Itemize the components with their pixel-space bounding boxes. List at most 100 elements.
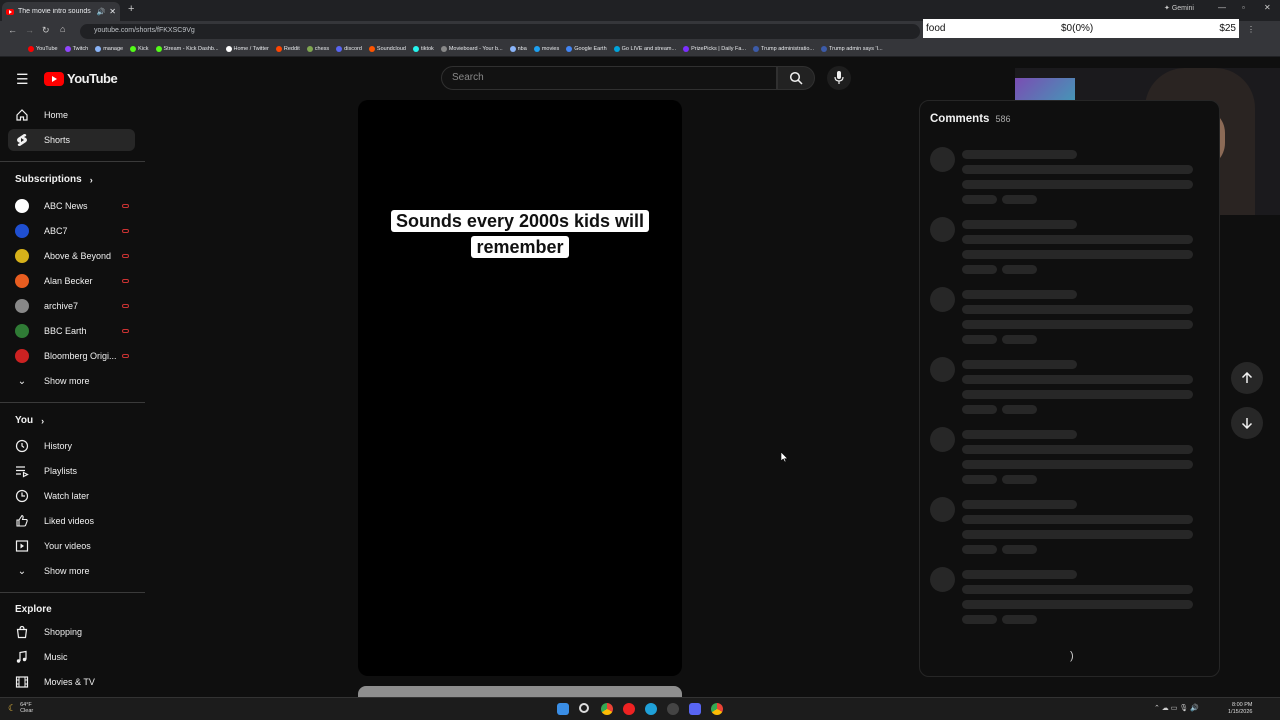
youtube-favicon-icon (6, 8, 14, 15)
sidebar-item-sidebar-you_items-2-label[interactable]: Watch later (8, 485, 135, 507)
taskbar-clock[interactable]: 8:00 PM 1/15/2026 (1228, 702, 1252, 716)
bookmark-item[interactable]: movies (533, 46, 559, 52)
movies-icon (15, 675, 29, 689)
goal-label: food (926, 23, 946, 34)
comment-skeleton-avatar (930, 357, 955, 382)
search-icon (789, 71, 803, 85)
search-button[interactable] (777, 66, 815, 90)
system-tray[interactable]: ⌃ ☁ ▭ 🎙 🔊 (1154, 704, 1199, 712)
channel-avatar-icon (15, 349, 29, 363)
sidebar-item-sidebar-channels-0-label[interactable]: ABC News (8, 195, 135, 217)
sidebar-item-sidebar-channels-1-label[interactable]: ABC7 (8, 220, 135, 242)
bookmark-favicon-icon (412, 46, 419, 52)
search-input[interactable]: Search (441, 66, 777, 90)
minimize-icon[interactable]: — (1218, 3, 1226, 12)
youtube-logo[interactable]: YouTube (44, 71, 118, 86)
start-button-icon[interactable] (557, 703, 569, 715)
bookmark-item[interactable]: Trump administratio... (753, 46, 814, 52)
sidebar-item-sidebar-you_items-4-label[interactable]: Your videos (8, 535, 135, 557)
weather-widget[interactable]: ☾ 64°F Clear (8, 702, 33, 714)
bookmark-favicon-icon (64, 46, 71, 52)
sidebar-item-sidebar-you_items-3-label[interactable]: Liked videos (8, 510, 135, 532)
live-indicator-icon (122, 304, 129, 308)
sidebar-item-sidebar-show_more_2[interactable]: ⌄ Show more (8, 560, 135, 582)
sidebar-item-sidebar-explore_items-0-label[interactable]: Shopping (8, 621, 135, 643)
discord-taskbar-icon[interactable] (689, 703, 701, 715)
subscriptions-heading[interactable]: Subscriptions › (15, 174, 93, 185)
bookmark-item[interactable]: Movieboard - Your b... (440, 46, 503, 52)
settings-app-icon[interactable] (667, 703, 679, 715)
tab-audio-icon[interactable]: 🔊 (97, 8, 106, 16)
bookmark-item[interactable]: chess (306, 46, 329, 52)
sidebar-item-sidebar-top-1-label[interactable]: Shorts (8, 129, 135, 151)
bookmark-item[interactable]: YouTube (28, 46, 58, 52)
bookmark-item[interactable]: manage (95, 46, 123, 52)
previous-short-button[interactable] (1231, 362, 1263, 394)
mouse-cursor-icon (781, 452, 788, 462)
sidebar-item-sidebar-top-0-label[interactable]: Home (8, 104, 135, 126)
sidebar-item-sidebar-channels-3-label[interactable]: Alan Becker (8, 270, 135, 292)
reload-icon[interactable]: ↻ (42, 25, 50, 36)
comment-skeleton-line (962, 530, 1193, 539)
sidebar-item-sidebar-channels-4-label[interactable]: archive7 (8, 295, 135, 317)
sidebar-item-sidebar-channels-2-label[interactable]: Above & Beyond (8, 245, 135, 267)
bookmark-item[interactable]: Reddit (275, 46, 300, 52)
maximize-icon[interactable]: ▫ (1242, 3, 1245, 12)
sidebar-item-sidebar-channels-5-label[interactable]: BBC Earth (8, 320, 135, 342)
sidebar-item-sidebar-channels-6-label[interactable]: Bloomberg Origi... (8, 345, 135, 367)
home-browser-icon[interactable]: ⌂ (60, 24, 65, 34)
bookmark-item[interactable]: Google Earth (566, 46, 607, 52)
taskbar-search-icon[interactable] (579, 703, 589, 713)
bookmark-item[interactable]: Home / Twitter (225, 46, 269, 52)
bookmark-item[interactable]: Soundcloud (368, 46, 406, 52)
bookmark-item[interactable]: PrizePicks | Daily Fa... (683, 46, 746, 52)
bookmark-favicon-icon (130, 46, 137, 52)
shorts-video-player[interactable]: Sounds every 2000s kids will remember (358, 100, 682, 676)
next-short-button[interactable] (1231, 407, 1263, 439)
shorts-icon (15, 133, 29, 147)
back-icon[interactable]: ← (8, 25, 17, 35)
bookmark-item[interactable]: nba (509, 46, 527, 52)
liked-icon (15, 514, 29, 528)
bookmark-item[interactable]: Go LIVE and stream... (613, 46, 676, 52)
sidebar-item-sidebar-explore_items-2-label[interactable]: Movies & TV (8, 671, 135, 693)
bookmark-item[interactable]: tiktok (412, 46, 434, 52)
bookmark-item[interactable]: Kick (130, 46, 149, 52)
comment-skeleton-line (1002, 545, 1037, 554)
loading-spinner-icon: ) (1070, 650, 1074, 662)
bookmark-favicon-icon (509, 46, 516, 52)
hamburger-menu-icon[interactable]: ☰ (16, 71, 29, 88)
bookmark-item[interactable]: Trump admin says 'I... (820, 46, 883, 52)
close-window-icon[interactable]: ✕ (1264, 3, 1271, 12)
bookmark-item[interactable]: discord (336, 46, 362, 52)
bookmark-item[interactable]: Stream - Kick Dashb... (155, 46, 219, 52)
bookmark-item[interactable]: Twitch (64, 46, 88, 52)
sidebar-item-sidebar-explore_items-1-label[interactable]: Music (8, 646, 135, 668)
bookmark-favicon-icon (95, 46, 102, 52)
you-heading[interactable]: You › (15, 415, 44, 426)
edge-icon[interactable] (645, 703, 657, 715)
bookmark-favicon-icon (566, 46, 573, 52)
chrome-profile-icon[interactable] (711, 703, 723, 715)
comments-panel: Comments 586) (919, 100, 1220, 677)
chrome-icon[interactable] (601, 703, 613, 715)
forward-icon[interactable]: → (25, 25, 34, 35)
new-tab-button[interactable]: + (128, 3, 134, 15)
gemini-button[interactable]: ✦ Gemini (1164, 4, 1194, 12)
bookmark-favicon-icon (225, 46, 232, 52)
comment-skeleton-line (962, 600, 1193, 609)
sidebar-item-sidebar-you_items-0-label[interactable]: History (8, 435, 135, 457)
tab-close-icon[interactable]: ✕ (109, 7, 116, 16)
channel-avatar-icon (15, 299, 29, 313)
url-field[interactable]: youtube.com/shorts/fFKXSC9Vg (80, 24, 920, 39)
sidebar-item-sidebar-show_more[interactable]: ⌄ Show more (8, 370, 135, 392)
voice-search-button[interactable] (827, 66, 851, 90)
media-app-icon[interactable] (623, 703, 635, 715)
comment-skeleton-line (962, 335, 997, 344)
browser-tab[interactable]: The movie intro sounds are... 🔊 ✕ (2, 2, 120, 21)
sidebar-item-sidebar-you_items-1-label[interactable]: Playlists (8, 460, 135, 482)
comment-skeleton-line (962, 570, 1077, 579)
extensions-icon[interactable]: ⋮ (1247, 25, 1255, 34)
bookmark-favicon-icon (533, 46, 540, 52)
playlists-icon (15, 464, 29, 478)
